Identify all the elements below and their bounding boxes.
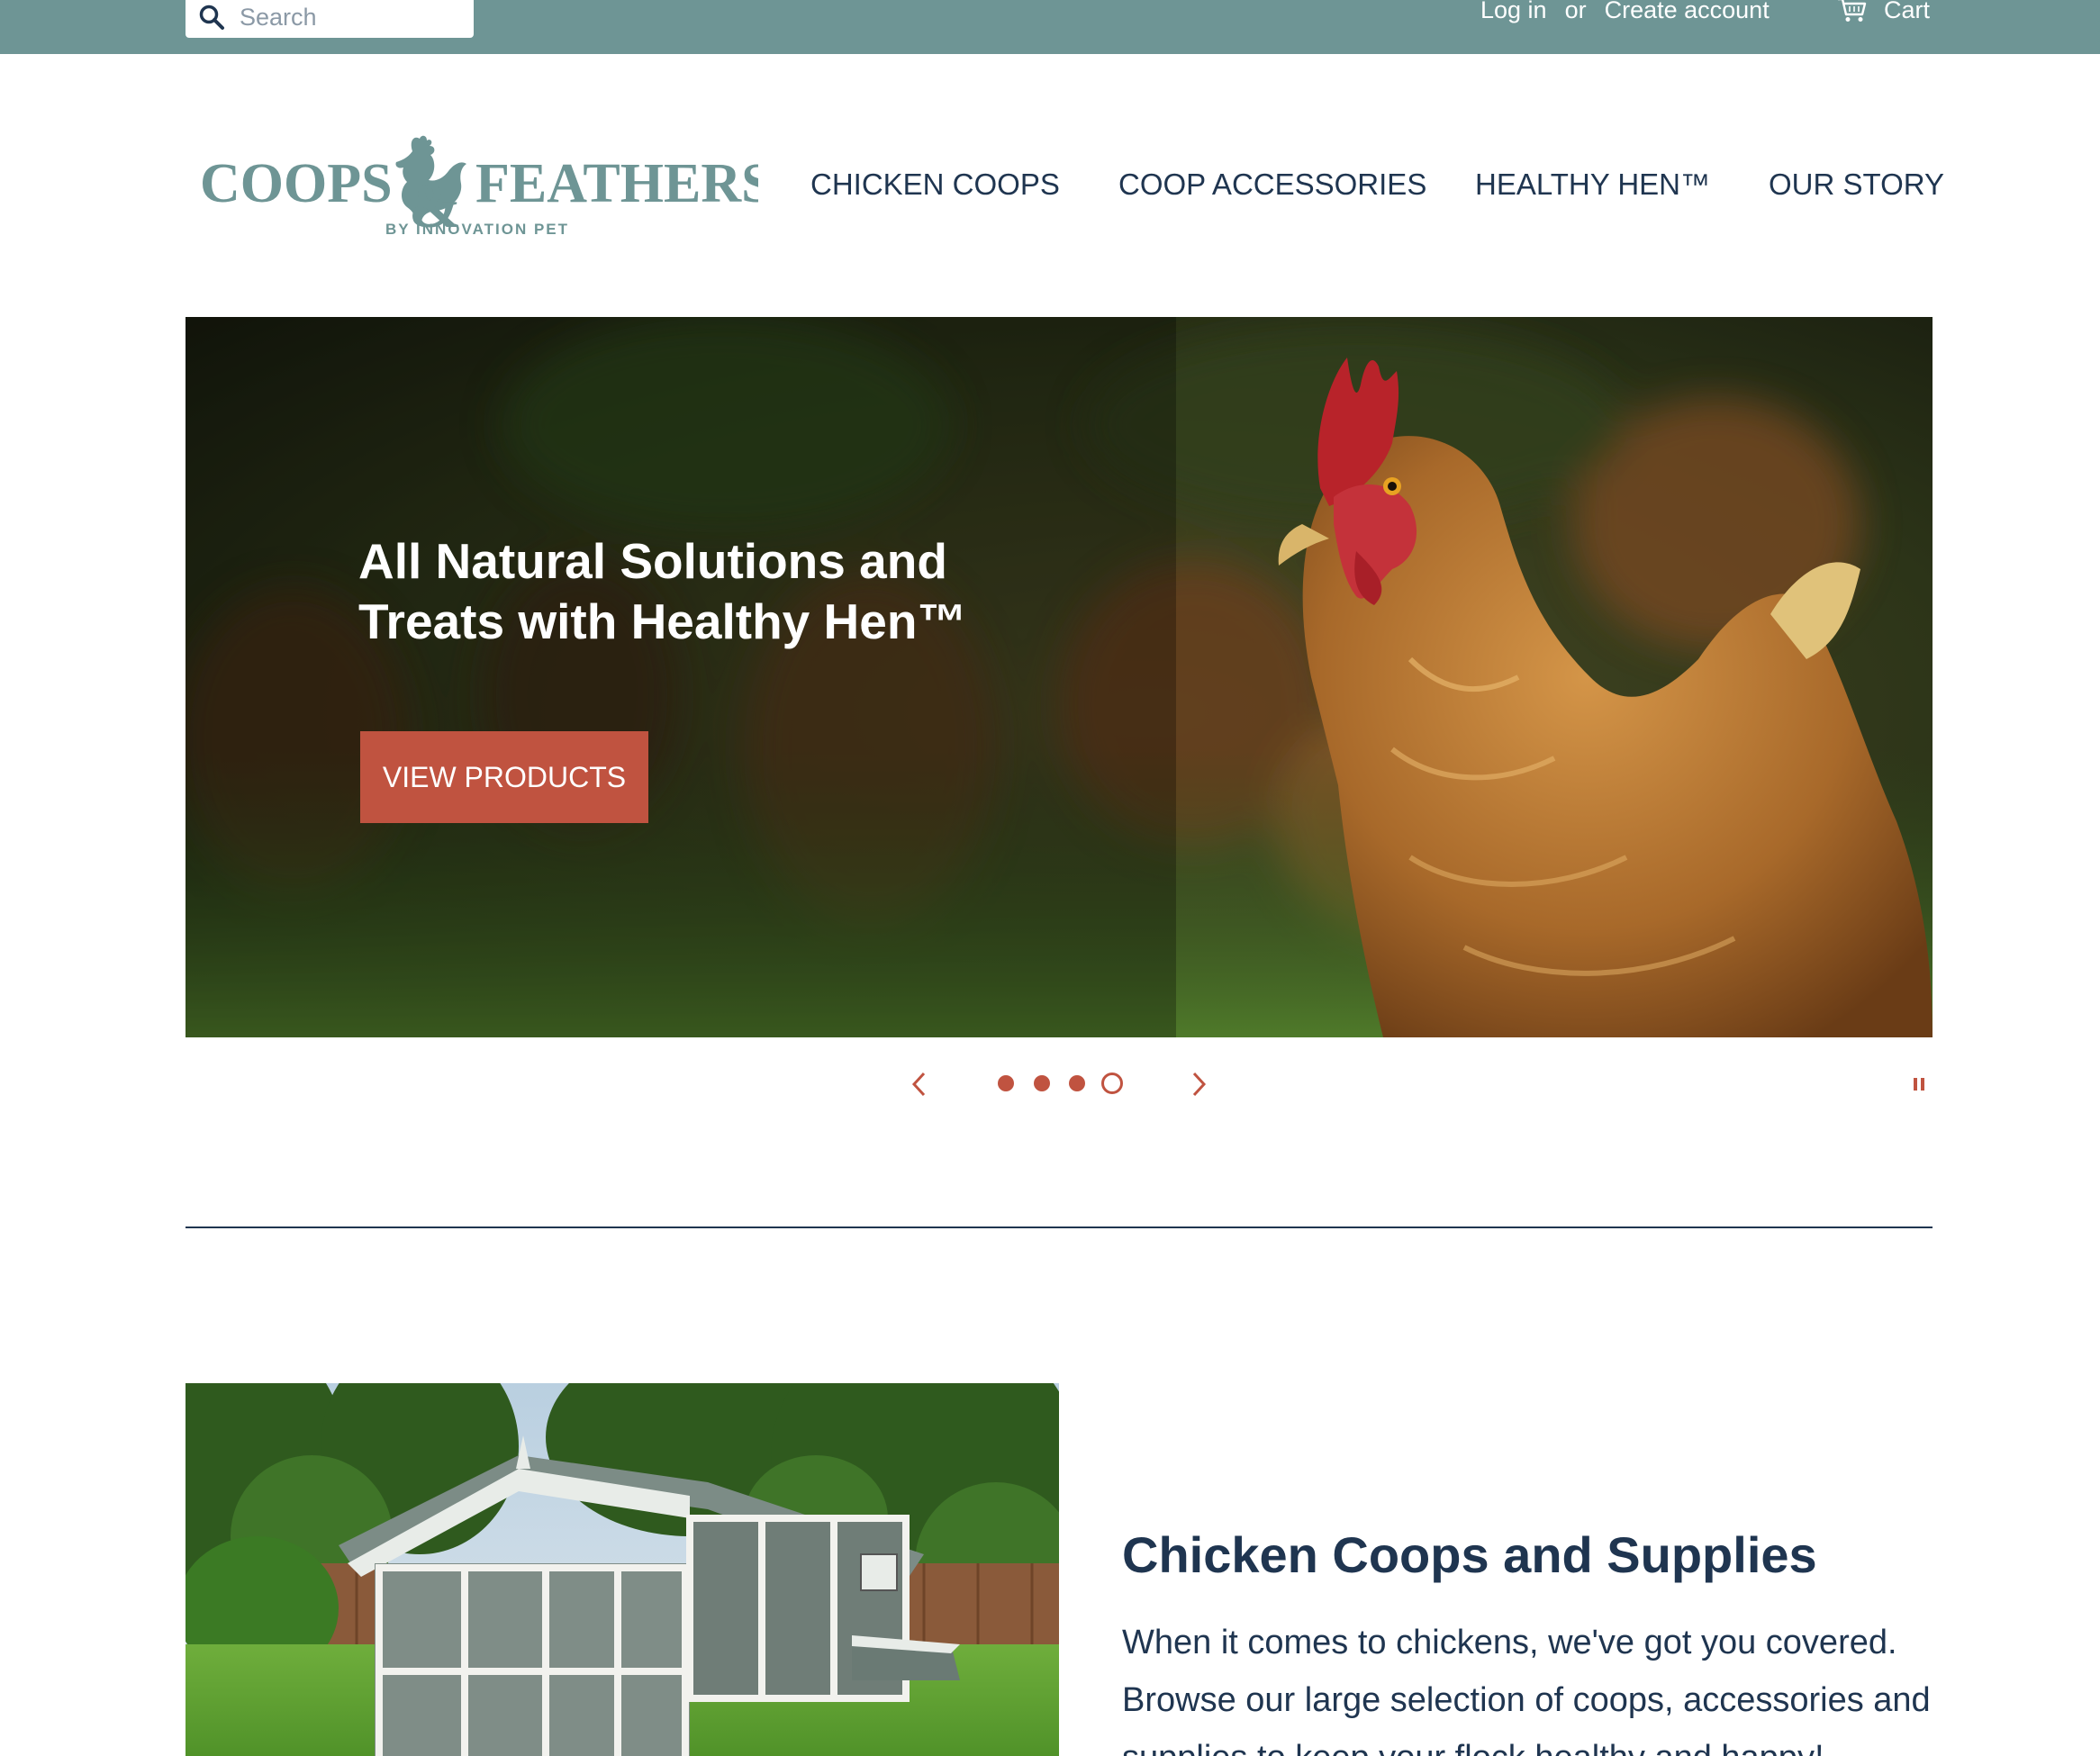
section-divider: [186, 1226, 1933, 1228]
top-bar: Log in or Create account Cart: [0, 0, 2100, 54]
feature-title: Chicken Coops and Supplies: [1122, 1526, 1817, 1583]
nav-our-story[interactable]: OUR STORY: [1769, 167, 1944, 202]
chicken-coop-image[interactable]: [186, 1383, 1059, 1756]
search-input[interactable]: [240, 3, 456, 32]
slide-dot-4[interactable]: [1101, 1073, 1123, 1094]
site-logo[interactable]: COOPS & FEATHERS BY INNOVATION PET: [200, 133, 773, 250]
search-icon[interactable]: [198, 4, 225, 31]
nav-coop-accessories[interactable]: COOP ACCESSORIES: [1118, 167, 1426, 202]
slideshow-controls: [0, 1068, 2100, 1104]
view-products-button[interactable]: VIEW PRODUCTS: [360, 731, 648, 823]
or-separator: or: [1564, 0, 1587, 23]
hero-hen-image: [186, 317, 1933, 1037]
slide-dot-2[interactable]: [1034, 1075, 1050, 1091]
nav-chicken-coops[interactable]: CHICKEN COOPS: [810, 167, 1060, 202]
chevron-right-icon[interactable]: [1189, 1068, 1210, 1100]
cart-link[interactable]: Cart: [1837, 0, 1930, 23]
feature-description: When it comes to chickens, we've got you…: [1122, 1624, 1931, 1756]
logo-word-coops: COOPS: [200, 153, 393, 214]
cart-icon: [1838, 0, 1867, 22]
logo-tagline: BY INNOVATION PET: [385, 221, 569, 238]
create-account-link[interactable]: Create account: [1605, 0, 1770, 24]
hero-slideshow: All Natural Solutions and Treats with He…: [186, 317, 1933, 1037]
pause-icon[interactable]: [1913, 1076, 1925, 1092]
login-link[interactable]: Log in: [1480, 0, 1547, 24]
chevron-left-icon[interactable]: [908, 1068, 929, 1100]
cart-label: Cart: [1884, 0, 1931, 23]
slide-dot-3[interactable]: [1069, 1075, 1085, 1091]
account-links: Log in or Create account: [1480, 0, 1770, 23]
nav-healthy-hen[interactable]: HEALTHY HEN™: [1475, 167, 1710, 202]
logo-word-feathers: FEATHERS: [475, 153, 758, 214]
hero-title: All Natural Solutions and Treats with He…: [358, 533, 967, 649]
slide-dot-1[interactable]: [998, 1075, 1014, 1091]
search-box[interactable]: [186, 0, 474, 38]
